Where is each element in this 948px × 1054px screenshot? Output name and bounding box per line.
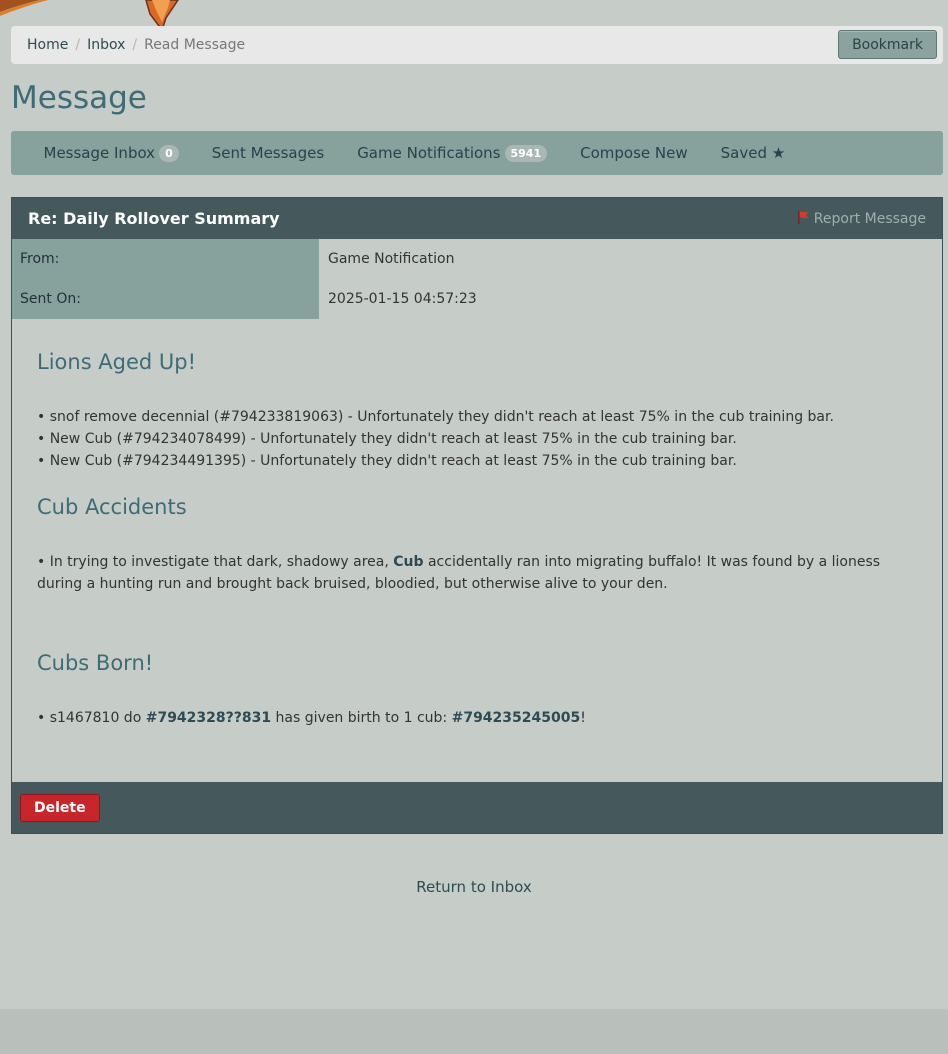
- message-body: Lions Aged Up! • snof remove decennial (…: [12, 319, 942, 783]
- section-heading-accidents: Cub Accidents: [37, 495, 187, 519]
- birth-text: has given birth to 1 cub:: [271, 710, 452, 726]
- breadcrumb-separator: /: [75, 37, 81, 53]
- message-subject: Re: Daily Rollover Summary: [28, 209, 280, 228]
- breadcrumb-current: Read Message: [144, 37, 246, 53]
- report-message-link[interactable]: Report Message: [796, 210, 926, 228]
- tab-saved[interactable]: Saved ★: [704, 144, 802, 162]
- sent-label: Sent On:: [12, 279, 319, 319]
- list-item: • New Cub (#794234491395) - Unfortunatel…: [37, 453, 737, 469]
- accident-text: • In trying to investigate that dark, sh…: [37, 554, 394, 570]
- new-cub-link[interactable]: #794235245005: [452, 710, 581, 726]
- tab-label: Message Inbox: [43, 144, 156, 162]
- meta-row-from: From: Game Notification: [12, 239, 942, 279]
- notifications-count-badge: 5941: [504, 144, 548, 162]
- message-panel: Re: Daily Rollover Summary Report Messag…: [11, 197, 943, 834]
- tab-label: Sent Messages: [211, 144, 325, 162]
- from-value: Game Notification: [328, 251, 455, 267]
- breadcrumb-separator: /: [132, 37, 138, 53]
- cub-link[interactable]: Cub: [393, 554, 423, 570]
- flag-icon: [796, 210, 810, 228]
- message-nav-tabs: Message Inbox 0 Sent Messages Game Notif…: [11, 131, 943, 175]
- delete-button[interactable]: Delete: [20, 793, 100, 822]
- breadcrumb-home[interactable]: Home: [27, 37, 68, 53]
- accident-item: • In trying to investigate that dark, sh…: [37, 551, 907, 595]
- birth-text: !: [580, 710, 586, 726]
- breadcrumb-inbox[interactable]: Inbox: [87, 37, 125, 53]
- parent-lion-link[interactable]: #7942328??831: [146, 710, 271, 726]
- birth-item: • s1467810 do #7942328??831 has given bi…: [37, 707, 907, 729]
- sent-value: 2025-01-15 04:57:23: [328, 291, 477, 307]
- section-heading-aged: Lions Aged Up!: [37, 350, 197, 374]
- meta-row-sent: Sent On: 2025-01-15 04:57:23: [12, 279, 942, 319]
- bookmark-button[interactable]: Bookmark: [838, 30, 937, 59]
- tab-label: Saved ★: [720, 144, 786, 162]
- list-item: • snof remove decennial (#794233819063) …: [37, 409, 834, 425]
- report-message-label: Report Message: [813, 210, 926, 227]
- tab-label: Compose New: [580, 144, 688, 162]
- list-item: • New Cub (#794234078499) - Unfortunatel…: [37, 431, 737, 447]
- tab-message-inbox[interactable]: Message Inbox 0: [27, 144, 195, 162]
- birth-text: • s1467810 do: [37, 710, 146, 726]
- page-title: Message: [11, 80, 147, 116]
- breadcrumb: Home / Inbox / Read Message Bookmark: [11, 26, 943, 64]
- message-footer: Delete: [12, 782, 942, 833]
- message-header: Re: Daily Rollover Summary Report Messag…: [12, 198, 942, 239]
- tab-compose-new[interactable]: Compose New: [564, 144, 705, 162]
- tab-sent-messages[interactable]: Sent Messages: [195, 144, 340, 162]
- tab-game-notifications[interactable]: Game Notifications 5941: [341, 144, 564, 162]
- from-label: From:: [12, 239, 319, 279]
- page-footer-strip: [0, 1009, 948, 1054]
- return-to-inbox-link[interactable]: Return to Inbox: [0, 878, 948, 896]
- section-heading-born: Cubs Born!: [37, 651, 154, 675]
- tab-label: Game Notifications: [357, 144, 501, 162]
- inbox-count-badge: 0: [159, 144, 179, 162]
